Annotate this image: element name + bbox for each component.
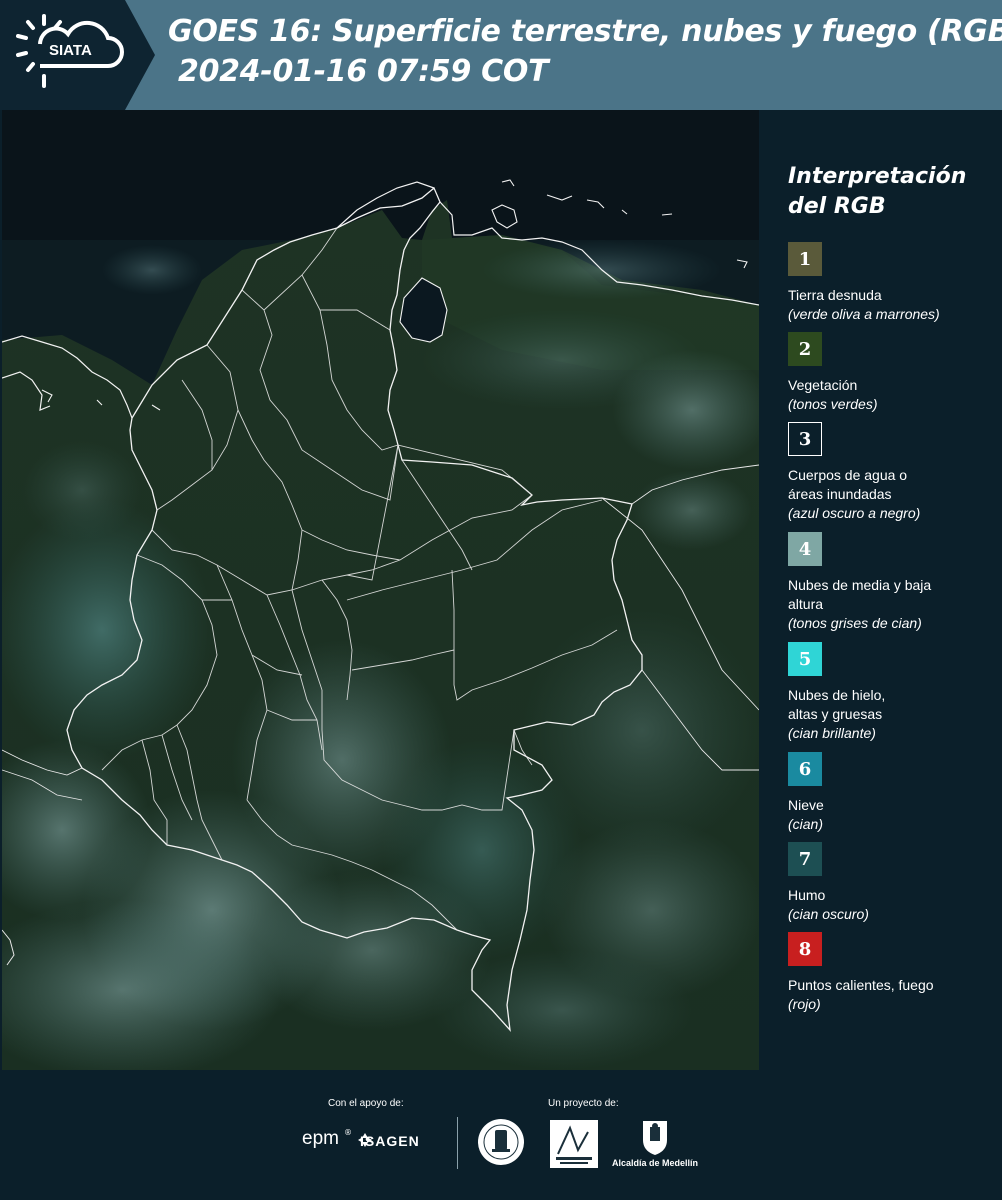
project-label: Un proyecto de: [548, 1098, 619, 1109]
legend-swatch: 6 [788, 752, 822, 786]
legend-swatch: 1 [788, 242, 822, 276]
legend-swatch: 7 [788, 842, 822, 876]
university-seal-icon [476, 1117, 526, 1171]
header: SIATA GOES 16: Superficie terrestre, nub… [0, 0, 1002, 110]
legend-item-description: (tonos grises de cian) [788, 615, 922, 631]
legend-item-label: Puntos calientes, fuego [788, 977, 934, 993]
legend-swatch: 2 [788, 332, 822, 366]
legend-item-description: (cian brillante) [788, 725, 876, 741]
legend-item-description: (tonos verdes) [788, 396, 878, 412]
legend-swatch: 8 [788, 932, 822, 966]
legend-item-description: (cian) [788, 816, 824, 832]
legend-item-label: Vegetación [788, 377, 858, 393]
legend-swatch: 5 [788, 642, 822, 676]
area-metropolitana-logo [550, 1120, 598, 1172]
alcaldia-shield-icon [640, 1118, 670, 1160]
legend-item: 1 Tierra desnuda (verde oliva a marrones) [788, 242, 998, 324]
legend-item-label: Humo [788, 887, 826, 903]
satellite-map [2, 110, 759, 1070]
legend-item: 5 Nubes de hielo, altas y gruesas (cian br… [788, 642, 998, 743]
support-label: Con el apoyo de: [328, 1098, 404, 1109]
alcaldia-label: Alcaldía de Medellín [612, 1158, 699, 1168]
legend-swatch: 3 [788, 422, 822, 456]
legend-swatch: 4 [788, 532, 822, 566]
legend-item-description: (verde oliva a marrones) [788, 306, 940, 322]
legend-title: Interpretación del RGB [788, 164, 967, 219]
legend-item: 2 Vegetación (tonos verdes) [788, 332, 998, 414]
page-title: GOES 16: Superficie terrestre, nubes y f… [168, 14, 1002, 49]
isagen-logo: ISAGEN [360, 1133, 420, 1149]
legend-item: 6 Nieve (cian) [788, 752, 998, 834]
legend-item-label: Nieve [788, 797, 824, 813]
logo-text: SIATA [49, 42, 92, 59]
legend-panel: Interpretación del RGB 1 Tierra desnuda (v… [760, 110, 1002, 1070]
legend-item-label: Tierra desnuda [788, 287, 882, 303]
legend-item: 3 Cuerpos de agua o áreas inundadas (azul … [788, 422, 998, 523]
legend-item-description: (azul oscuro a negro) [788, 505, 921, 521]
legend-item: 7 Humo (cian oscuro) [788, 842, 998, 924]
legend-item-description: (rojo) [788, 996, 821, 1012]
legend-item: 8 Puntos calientes, fuego (rojo) [788, 932, 998, 1014]
registered-icon: ® [344, 1128, 352, 1137]
siata-logo: SIATA [0, 0, 155, 110]
page-timestamp: 2024-01-16 07:59 COT [178, 54, 549, 89]
footer: Con el apoyo de: Un proyecto de: epm ® I… [0, 1070, 1002, 1200]
footer-divider [457, 1117, 458, 1169]
epm-logo: epm [302, 1128, 339, 1149]
legend-item-label: Cuerpos de agua o áreas inundadas [788, 467, 908, 502]
legend-item-label: Nubes de media y baja altura [788, 577, 932, 612]
legend-item-description: (cian oscuro) [788, 906, 869, 922]
legend-item: 4 Nubes de media y baja altura (tonos gris… [788, 532, 998, 633]
legend-item-label: Nubes de hielo, altas y gruesas [788, 687, 886, 722]
